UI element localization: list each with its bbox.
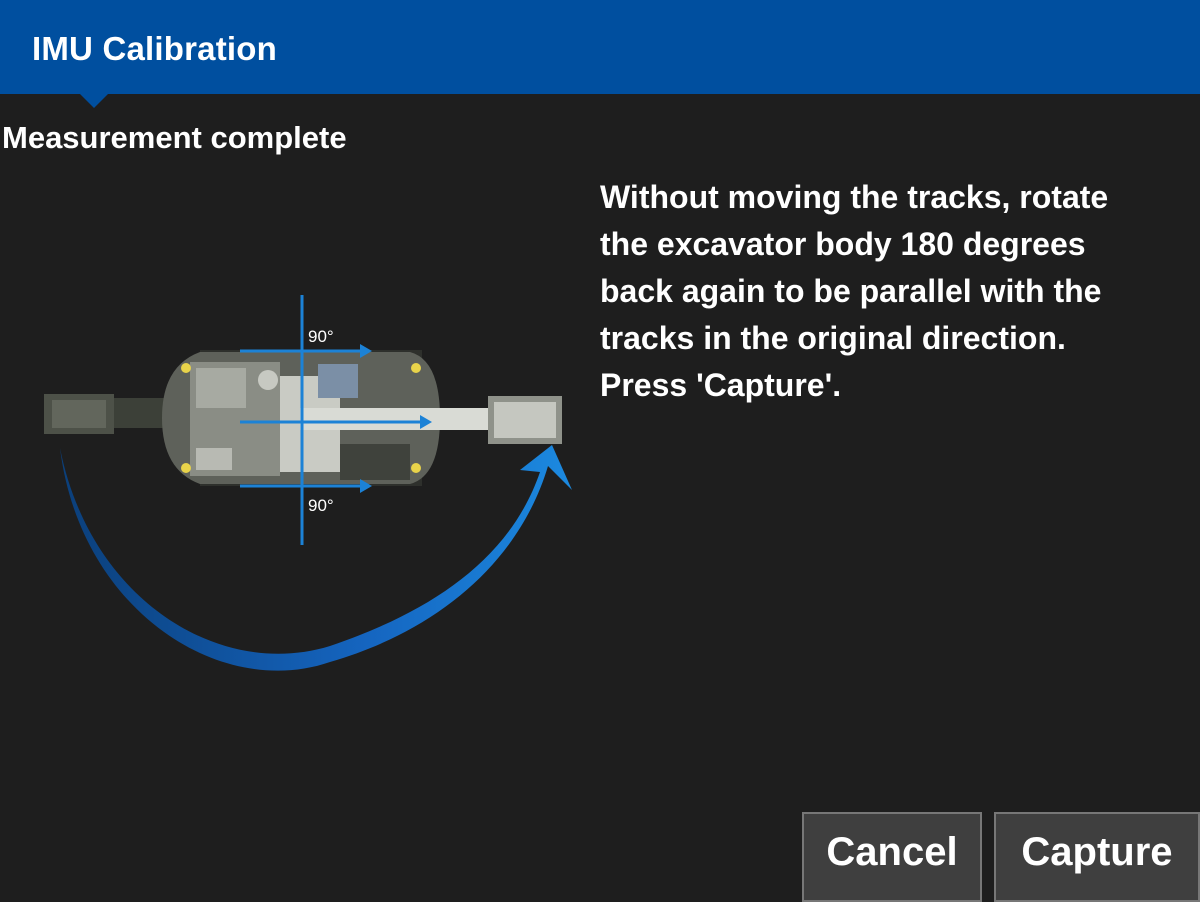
excavator-rotation-illustration: 90° 90°	[44, 295, 572, 671]
instruction-text: Without moving the tracks, rotate the ex…	[600, 179, 1109, 403]
angle-label-bottom: 90°	[308, 496, 334, 515]
page-title: IMU Calibration	[32, 30, 278, 67]
title-bar-pointer	[80, 94, 108, 108]
title-bar: IMU Calibration	[0, 0, 1200, 94]
cancel-button[interactable]: Cancel	[802, 812, 982, 902]
excavator-top-view	[162, 350, 562, 486]
angle-label-top: 90°	[308, 327, 334, 346]
boom-ghost	[44, 394, 166, 434]
status-text: Measurement complete	[2, 120, 347, 155]
capture-button[interactable]: Capture	[994, 812, 1200, 902]
